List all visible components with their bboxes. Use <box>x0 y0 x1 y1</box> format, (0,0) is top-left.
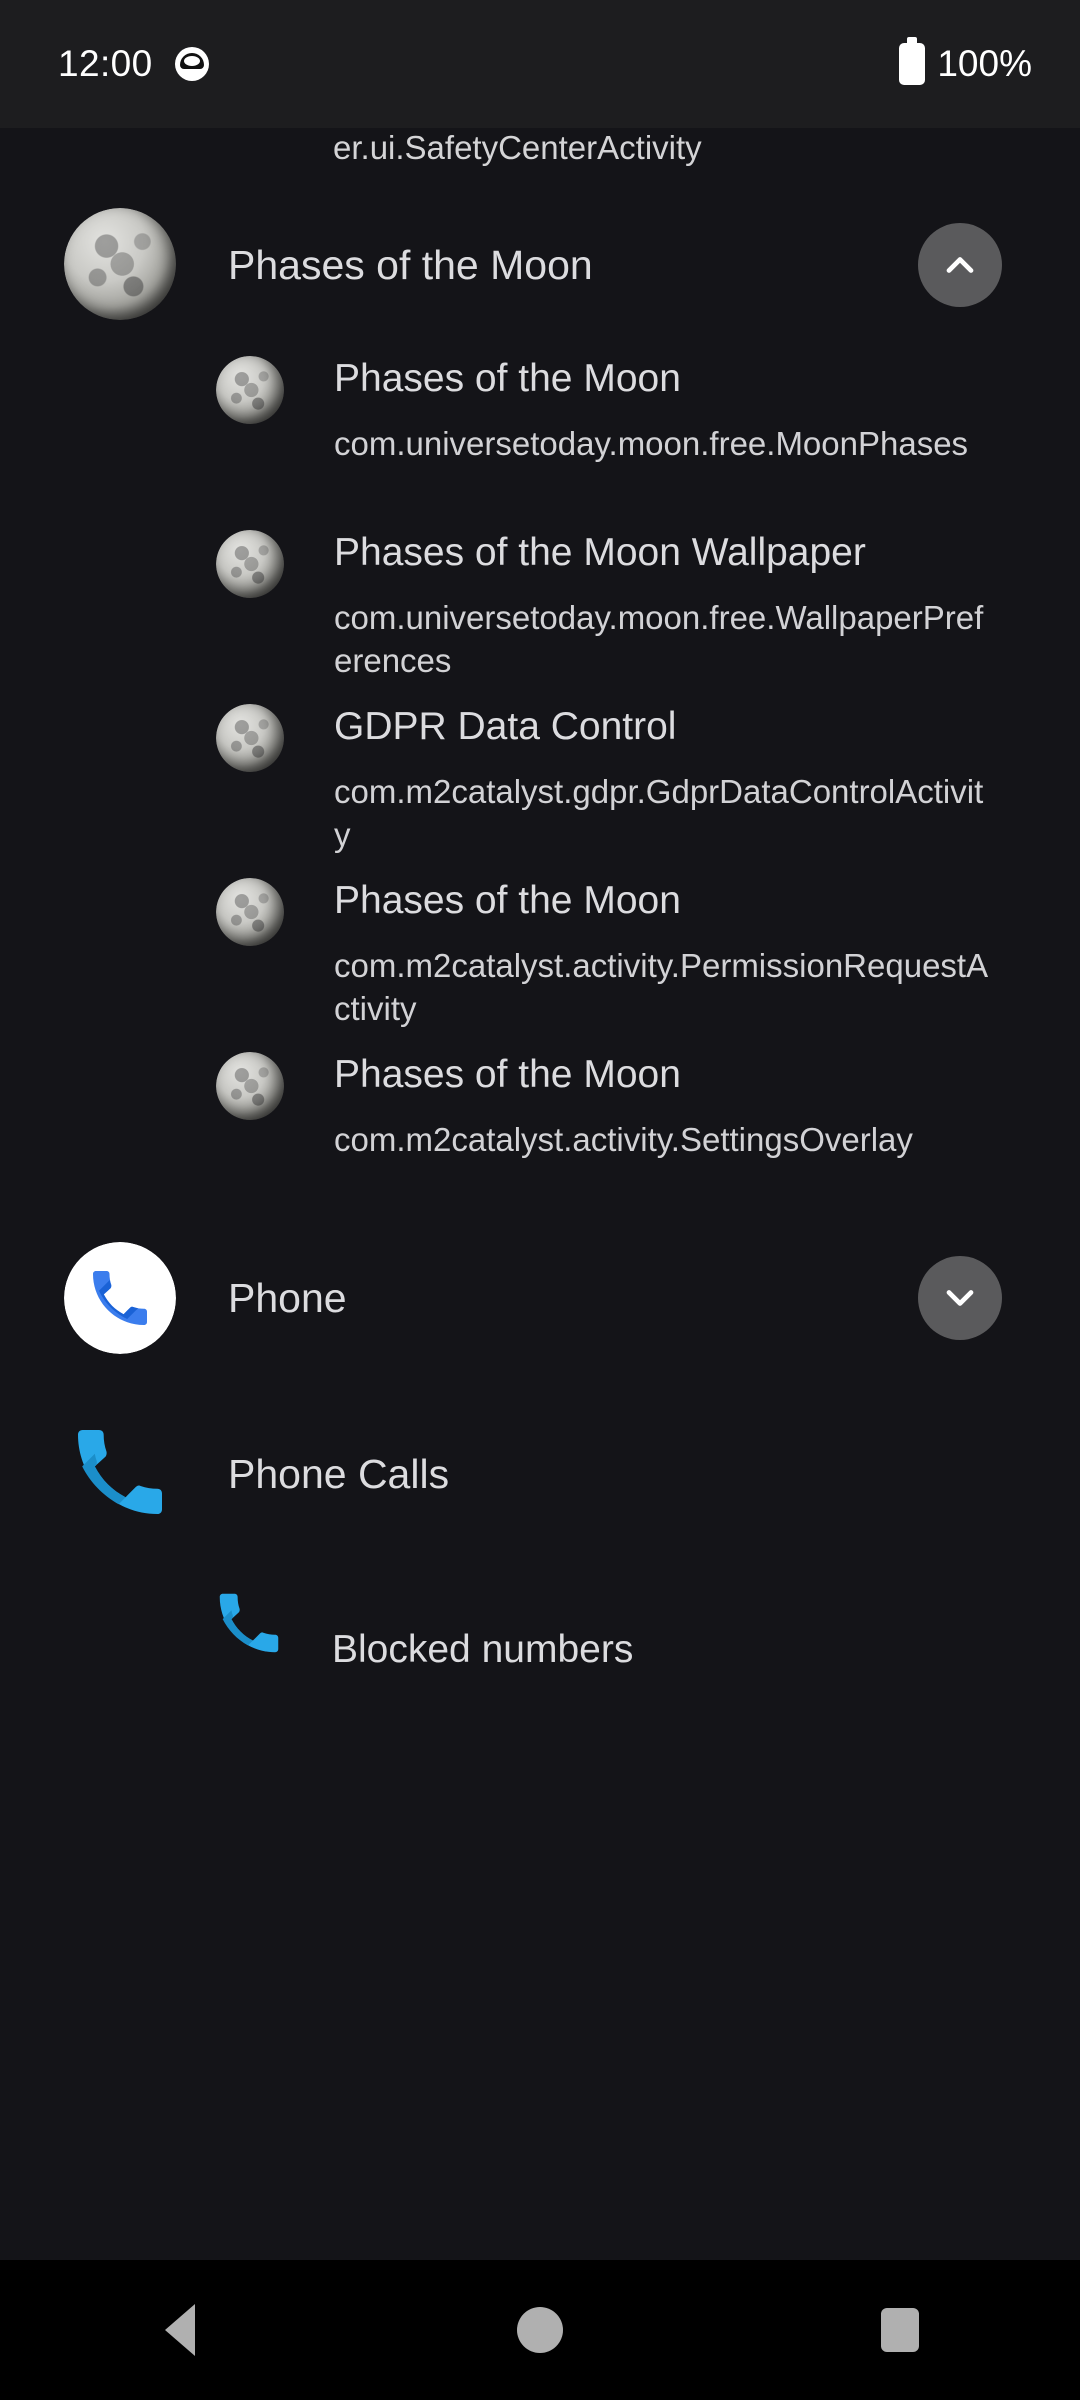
app-activity-list: Phases of the Moon Phases of the Moon co… <box>0 190 1080 1738</box>
activity-package: com.universetoday.moon.free.WallpaperPre… <box>334 599 984 679</box>
activity-package: com.m2catalyst.activity.SettingsOverlay <box>334 1121 913 1158</box>
list-item[interactable]: Phases of the Moon com.universetoday.moo… <box>0 340 1080 514</box>
group-header-phases-of-the-moon[interactable]: Phases of the Moon <box>0 190 1080 340</box>
activity-title: Phases of the Moon <box>334 879 681 922</box>
list-item-label: Blocked numbers <box>332 1628 634 1671</box>
status-bar-clock: 12:00 <box>58 43 153 84</box>
activity-package: com.m2catalyst.gdpr.GdprDataControlActiv… <box>334 773 984 853</box>
chevron-down-icon[interactable] <box>918 1256 1002 1340</box>
back-button[interactable] <box>120 2260 240 2400</box>
battery-full-icon <box>899 37 926 85</box>
cat-face-notification-icon <box>174 47 209 81</box>
moon-icon <box>216 878 284 946</box>
group-label: Phone <box>228 1274 347 1321</box>
activity-package: com.universetoday.moon.free.MoonPhases <box>334 425 969 462</box>
moon-icon <box>216 530 284 598</box>
group-header-phone[interactable]: Phone <box>0 1210 1080 1386</box>
activity-package: com.m2catalyst.activity.PermissionReques… <box>334 947 989 1027</box>
activity-title: GDPR Data Control <box>334 705 677 748</box>
chevron-up-icon[interactable] <box>918 223 1002 307</box>
list-item-blocked-numbers[interactable]: Blocked numbers <box>0 1562 1080 1738</box>
list-item[interactable]: Phases of the Moon com.m2catalyst.activi… <box>0 862 1080 1036</box>
phone-handset-icon <box>64 1416 176 1528</box>
status-bar-right: 100% <box>899 0 1032 128</box>
activity-title: Phases of the Moon <box>334 1053 681 1096</box>
moon-icon <box>216 356 284 424</box>
recents-button[interactable] <box>840 2260 960 2400</box>
moon-icon <box>64 208 176 320</box>
home-button[interactable] <box>480 2260 600 2400</box>
navigation-bar <box>0 2260 1080 2400</box>
activity-title: Phases of the Moon <box>334 357 681 400</box>
list-item[interactable]: Phases of the Moon com.m2catalyst.activi… <box>0 1036 1080 1210</box>
list-item[interactable]: GDPR Data Control com.m2catalyst.gdpr.Gd… <box>0 688 1080 862</box>
activity-title: Phases of the Moon Wallpaper <box>334 531 866 574</box>
status-bar-left: 12:00 <box>58 0 209 128</box>
android-screen: Permission controller com.android.permis… <box>0 0 1080 2400</box>
status-bar: 12:00 100% <box>0 0 1080 128</box>
google-phone-icon <box>64 1242 176 1354</box>
group-label: Phases of the Moon <box>228 241 593 288</box>
moon-icon <box>216 704 284 772</box>
list-item-label: Phone Calls <box>228 1450 450 1497</box>
phone-handset-icon <box>210 1584 288 1662</box>
moon-icon <box>216 1052 284 1120</box>
list-item[interactable]: Phases of the Moon Wallpaper com.univers… <box>0 514 1080 688</box>
list-item-phone-calls[interactable]: Phone Calls <box>0 1386 1080 1562</box>
battery-percent-label: 100% <box>937 43 1032 84</box>
